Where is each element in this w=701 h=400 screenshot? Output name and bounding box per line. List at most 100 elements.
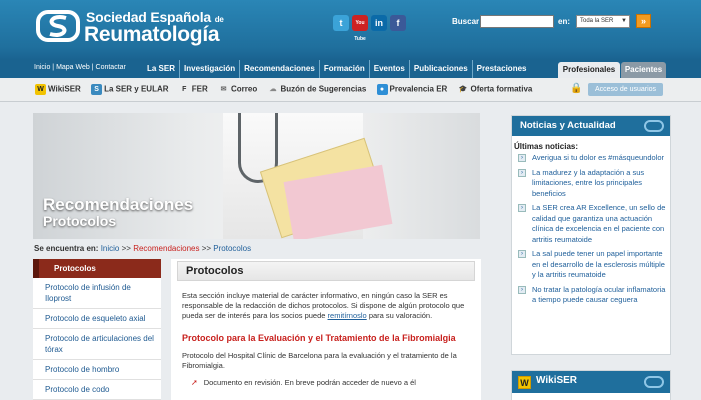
- wikiser-title[interactable]: WikiSER: [536, 375, 577, 386]
- page-title: Protocolos: [177, 261, 475, 281]
- tab-profesionales[interactable]: Profesionales: [558, 62, 620, 78]
- toolbar-item-label: Correo: [231, 84, 258, 94]
- news-item-text: La sal puede tener un papel importante e…: [532, 249, 665, 279]
- news-item[interactable]: › La SER crea AR Excellence, un sello de …: [512, 201, 670, 247]
- main-menu: La SER Investigación Recomendaciones Formac…: [143, 60, 530, 78]
- breadcrumb-home[interactable]: Inicio: [101, 244, 120, 253]
- arrow-right-icon: ›: [518, 168, 526, 177]
- breadcrumb-label: Se encuentra en:: [34, 244, 99, 253]
- wikiser-icon: W: [35, 84, 46, 95]
- breadcrumb-separator: >>: [121, 244, 131, 253]
- linkedin-icon[interactable]: in: [371, 15, 387, 31]
- news-item-text: La SER crea AR Excellence, un sello de c…: [532, 203, 666, 244]
- scope-select[interactable]: Toda la SER ▼: [576, 15, 630, 28]
- facebook-icon[interactable]: f: [390, 15, 406, 31]
- nav-item-prestaciones[interactable]: Prestaciones: [473, 60, 531, 78]
- utility-link-sitemap[interactable]: Mapa Web: [56, 64, 90, 71]
- news-title: Noticias y Actualidad: [512, 116, 670, 136]
- arrow-icon: ➚: [191, 378, 198, 387]
- news-item-text: Averigua si tu dolor es #másqueundolor: [532, 153, 665, 162]
- scope-label: en:: [558, 17, 570, 26]
- sidebar-item-torax[interactable]: Protocolo de articulaciones del tórax: [33, 329, 161, 360]
- hero-title: Recomendaciones: [43, 195, 194, 214]
- toolbar-item-ser-eular[interactable]: S La SER y EULAR: [91, 84, 169, 95]
- ser-eular-icon: S: [91, 84, 103, 95]
- search-input[interactable]: [480, 15, 554, 28]
- breadcrumb-section[interactable]: Recomendaciones: [133, 244, 199, 253]
- nav-item-recomendaciones[interactable]: Recomendaciones: [240, 60, 320, 78]
- nav-item-formacion[interactable]: Formación: [320, 60, 370, 78]
- arrow-right-icon: ›: [518, 204, 526, 212]
- prevalence-icon: ●: [376, 84, 388, 95]
- nav-item-eventos[interactable]: Eventos: [370, 60, 410, 78]
- protocol-status: ➚ Documento en revisión. En breve podrán …: [191, 378, 416, 387]
- submit-link[interactable]: remitírnoslo: [328, 311, 367, 320]
- nav-item-publicaciones[interactable]: Publicaciones: [410, 60, 473, 78]
- utility-link-home[interactable]: Inicio: [34, 64, 50, 71]
- arrow-right-icon: ›: [518, 285, 526, 294]
- twitter-icon[interactable]: t: [333, 15, 349, 31]
- logo[interactable]: Sociedad Española de Reumatología: [36, 6, 246, 46]
- page: Sociedad Española de Reumatología t You T…: [0, 0, 701, 400]
- access-users-button[interactable]: Acceso de usuarios: [588, 83, 663, 96]
- news-panel: Noticias y Actualidad Últimas noticias: …: [511, 115, 671, 355]
- social-links: t You Tubein f: [333, 15, 409, 42]
- sidebar-item-codo[interactable]: Protocolo de codo: [33, 380, 161, 400]
- chevron-down-icon: ▼: [621, 18, 627, 24]
- news-item-text: La madurez y la adaptación a sus limitac…: [532, 167, 645, 198]
- protocol-title[interactable]: Protocolo para la Evaluación y el Tratam…: [182, 333, 456, 343]
- toolbar-item-correo[interactable]: ✉ Correo: [218, 84, 258, 95]
- protocol-status-text: Documento en revisión. En breve podrán a…: [203, 378, 416, 387]
- search-go-button[interactable]: »: [636, 14, 651, 28]
- toolbar-item-fer[interactable]: F FER: [179, 84, 208, 95]
- sidebar-title: Protocolos: [33, 259, 161, 278]
- sidebar-item-iloprost[interactable]: Protocolo de infusión de Iloprost: [33, 278, 161, 309]
- news-item[interactable]: › La sal puede tener un papel importante …: [512, 247, 670, 283]
- toolbar-item-label: Buzón de Sugerencias: [280, 84, 367, 94]
- news-title-text: Noticias y Actualidad: [520, 120, 616, 131]
- toolbar-item-label: Oferta formativa: [470, 84, 533, 94]
- header: Sociedad Española de Reumatología t You T…: [0, 0, 701, 60]
- hero-subtitle: Protocolos: [43, 213, 117, 229]
- news-item[interactable]: › La madurez y la adaptación a sus limita…: [512, 166, 670, 202]
- toolbar-item-prevalencia[interactable]: ● Prevalencia ER: [376, 84, 448, 95]
- toolbar-item-label: La SER y EULAR: [104, 84, 169, 94]
- graduation-cap-icon: 🎓: [458, 86, 468, 93]
- toolbar-links: W WikiSER S La SER y EULAR F FER ✉ Correo ☁ B…: [35, 84, 540, 95]
- breadcrumb-separator: >>: [201, 244, 212, 253]
- wikiser-panel: W WikiSER: [511, 370, 671, 400]
- sidebar-item-esqueleto-axial[interactable]: Protocolo de esqueleto axial: [33, 309, 161, 329]
- nav-item-la-ser[interactable]: La SER: [143, 60, 181, 78]
- news-item[interactable]: › Averigua si tu dolor es #másqueundolor: [512, 151, 670, 166]
- wikiser-body: [512, 393, 670, 400]
- toolbar-item-oferta[interactable]: 🎓 Oferta formativa: [458, 84, 533, 95]
- lock-icon: 🔒: [570, 83, 583, 94]
- protocol-description: Protocolo del Hospital Clínic de Barcelo…: [182, 351, 457, 370]
- toolbar-item-wikiser[interactable]: W WikiSER: [35, 84, 81, 95]
- mail-icon: ✉: [220, 86, 227, 93]
- main-content: Protocolos Esta sección incluye material…: [171, 259, 481, 400]
- tab-pacientes[interactable]: Pacientes: [621, 62, 666, 78]
- intro-text: Esta sección incluye material de carácte…: [182, 291, 478, 321]
- utility-link-contact[interactable]: Contactar: [96, 64, 126, 71]
- news-item-text: No tratar la patología ocular inflamator…: [532, 284, 666, 305]
- breadcrumb-current: Protocolos: [213, 244, 252, 253]
- search-label: Buscar: [452, 17, 480, 26]
- toolbar-item-label: Prevalencia ER: [389, 84, 448, 94]
- news-subtitle: Últimas noticias:: [514, 142, 579, 151]
- sidebar-item-hombro[interactable]: Protocolo de hombro: [33, 360, 161, 380]
- arrow-right-icon: ›: [518, 250, 526, 258]
- news-item[interactable]: › No tratar la patología ocular inflamato…: [512, 283, 670, 308]
- ser-mark-icon: [644, 376, 664, 388]
- toolbar-item-label: WikiSER: [48, 84, 81, 94]
- main-navigation: Inicio | Mapa Web | Contactar La SER Inve…: [0, 60, 701, 78]
- fer-icon: F: [182, 86, 187, 93]
- toolbar-item-buzon[interactable]: ☁ Buzón de Sugerencias: [267, 84, 366, 95]
- breadcrumb: Se encuentra en: Inicio >> Recomendacion…: [34, 244, 251, 253]
- ser-mark-icon: [644, 120, 664, 132]
- logo-subtitle: Reumatología: [84, 23, 220, 46]
- wikiser-icon: W: [518, 376, 531, 389]
- sidebar: Protocolos Protocolo de infusión de Ilop…: [33, 259, 161, 400]
- nav-item-investigacion[interactable]: Investigación: [180, 60, 241, 78]
- youtube-icon[interactable]: You Tube: [352, 15, 368, 42]
